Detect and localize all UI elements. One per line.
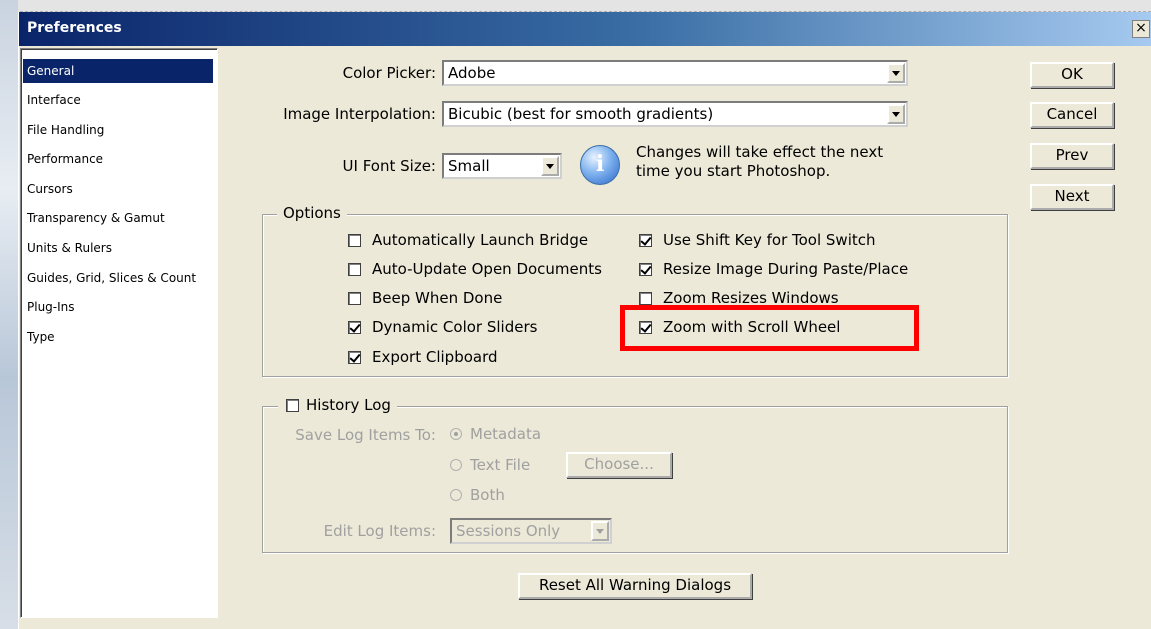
chevron-down-icon[interactable]: [591, 521, 609, 541]
chevron-down-icon[interactable]: [541, 156, 559, 176]
sidebar-item-performance[interactable]: Performance: [23, 147, 213, 171]
history-log-checkbox[interactable]: [286, 399, 299, 412]
radio-text-file-label: Text File: [470, 456, 531, 474]
beep-when-done-label: Beep When Done: [372, 289, 503, 307]
auto-launch-bridge-label: Automatically Launch Bridge: [372, 231, 589, 249]
choose-button[interactable]: Choose...: [566, 452, 672, 478]
cancel-button[interactable]: Cancel: [1030, 102, 1114, 128]
resize-during-paste-checkbox[interactable]: [639, 263, 652, 276]
dynamic-color-sliders-label: Dynamic Color Sliders: [372, 318, 538, 336]
next-button[interactable]: Next: [1030, 184, 1114, 210]
ui-font-size-label: UI Font Size:: [342, 157, 436, 175]
restart-notice-line-2: time you start Photoshop.: [636, 162, 831, 180]
sidebar-item-general[interactable]: General: [23, 59, 213, 83]
shift-key-tool-switch-label: Use Shift Key for Tool Switch: [663, 231, 876, 249]
desktop-top-strip: [0, 0, 1151, 12]
interpolation-label: Image Interpolation:: [283, 105, 436, 123]
restart-notice-line-1: Changes will take effect the next: [636, 143, 884, 161]
reset-warning-dialogs-button[interactable]: Reset All Warning Dialogs: [518, 573, 752, 599]
auto-update-documents-label: Auto-Update Open Documents: [372, 260, 602, 278]
ui-font-size-value: Small: [448, 157, 490, 175]
radio-both-label: Both: [470, 486, 505, 504]
zoom-resizes-windows-checkbox[interactable]: [639, 292, 652, 305]
color-picker-label: Color Picker:: [342, 64, 436, 82]
sidebar-item-guides-grid[interactable]: Guides, Grid, Slices & Count: [23, 266, 213, 290]
sidebar-item-interface[interactable]: Interface: [23, 88, 213, 112]
info-icon: i: [580, 145, 620, 185]
sidebar-item-file-handling[interactable]: File Handling: [23, 118, 213, 142]
options-legend: Options: [277, 204, 347, 222]
highlight-annotation: [620, 305, 919, 351]
interpolation-value: Bicubic (best for smooth gradients): [448, 105, 714, 123]
edit-log-items-select[interactable]: Sessions Only: [450, 518, 612, 544]
radio-metadata[interactable]: [450, 428, 462, 440]
chevron-down-icon[interactable]: [887, 104, 905, 124]
title-bar[interactable]: Preferences ×: [19, 12, 1151, 46]
export-clipboard-label: Export Clipboard: [372, 348, 498, 366]
dynamic-color-sliders-checkbox[interactable]: [348, 321, 361, 334]
auto-launch-bridge-checkbox[interactable]: [348, 234, 361, 247]
interpolation-select[interactable]: Bicubic (best for smooth gradients): [442, 101, 908, 127]
prev-button[interactable]: Prev: [1030, 143, 1114, 169]
radio-metadata-label: Metadata: [470, 425, 542, 443]
ui-font-size-select[interactable]: Small: [442, 153, 562, 179]
edit-log-items-value: Sessions Only: [456, 522, 561, 540]
color-picker-value: Adobe: [448, 64, 496, 82]
close-icon: ×: [1135, 20, 1147, 36]
beep-when-done-checkbox[interactable]: [348, 292, 361, 305]
color-picker-select[interactable]: Adobe: [442, 60, 908, 86]
edit-log-items-label: Edit Log Items:: [323, 522, 436, 540]
chevron-down-icon[interactable]: [887, 63, 905, 83]
preferences-category-list[interactable]: General Interface File Handling Performa…: [20, 48, 218, 618]
dialog-title: Preferences: [27, 20, 122, 36]
sidebar-item-transparency-gamut[interactable]: Transparency & Gamut: [23, 206, 213, 230]
radio-text-file[interactable]: [450, 459, 462, 471]
desktop-left-strip: [0, 0, 18, 629]
sidebar-item-type[interactable]: Type: [23, 325, 213, 349]
sidebar-item-units-rulers[interactable]: Units & Rulers: [23, 236, 213, 260]
save-log-items-label: Save Log Items To:: [295, 426, 436, 444]
restart-notice: Changes will take effect the next time y…: [636, 143, 883, 181]
history-log-label: History Log: [306, 396, 391, 414]
radio-both[interactable]: [450, 489, 462, 501]
ok-button[interactable]: OK: [1030, 62, 1114, 88]
resize-during-paste-label: Resize Image During Paste/Place: [663, 260, 909, 278]
sidebar-item-plug-ins[interactable]: Plug-Ins: [23, 295, 213, 319]
shift-key-tool-switch-checkbox[interactable]: [639, 234, 652, 247]
close-button[interactable]: ×: [1132, 20, 1150, 38]
auto-update-documents-checkbox[interactable]: [348, 263, 361, 276]
sidebar-item-cursors[interactable]: Cursors: [23, 177, 213, 201]
export-clipboard-checkbox[interactable]: [348, 351, 361, 364]
